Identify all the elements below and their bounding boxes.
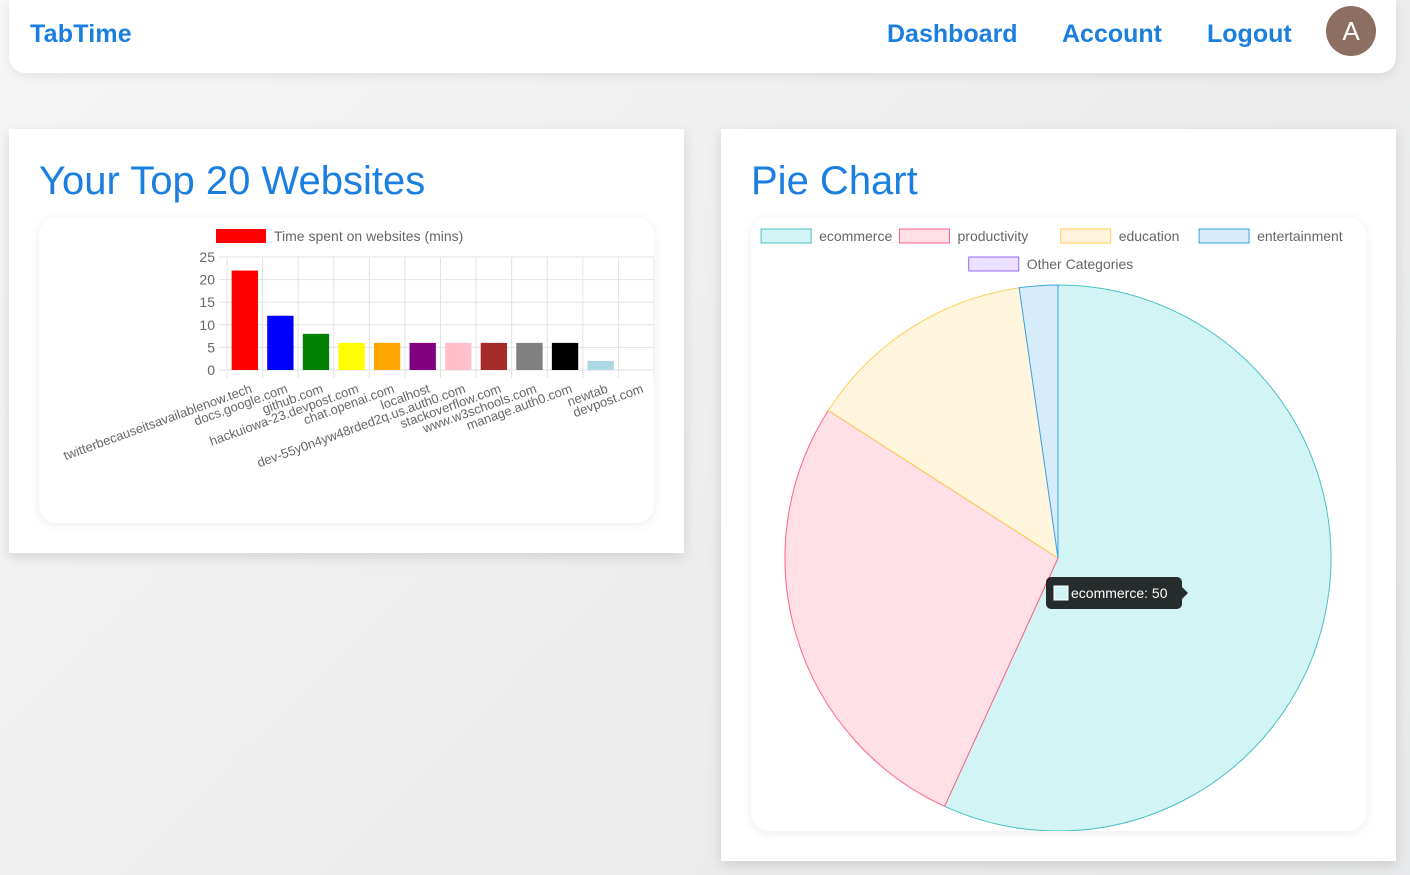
nav-link-logout[interactable]: Logout: [1207, 20, 1292, 49]
bar[interactable]: [516, 342, 543, 370]
legend-swatch[interactable]: [899, 228, 950, 244]
y-tick-label: 5: [207, 339, 215, 355]
pie-chart[interactable]: ecommerce productivity education entertainm…: [751, 217, 1366, 832]
tooltip-swatch: [1053, 585, 1069, 601]
nav-link-account[interactable]: Account: [1062, 20, 1162, 49]
bar-chart[interactable]: Time spent on websites (mins) 0 5 10 15 20 25 t…: [39, 217, 655, 523]
legend-swatch[interactable]: [1060, 228, 1112, 244]
legend-label[interactable]: entertainment: [1257, 228, 1343, 244]
bar[interactable]: [338, 342, 365, 370]
y-tick-label: 20: [199, 272, 215, 288]
legend-label[interactable]: Other Categories: [1027, 256, 1134, 272]
bar-chart-container: Time spent on websites (mins) 0 5 10 15 20 25 t…: [39, 217, 655, 523]
brand-logo[interactable]: TabTime: [30, 20, 132, 49]
legend-swatch[interactable]: [216, 229, 266, 243]
bar[interactable]: [373, 342, 401, 370]
y-tick-label: 0: [207, 362, 215, 378]
pie-tooltip: ecommerce: 50: [1046, 577, 1188, 609]
tooltip-label: ecommerce: 50: [1071, 585, 1168, 601]
legend-swatch[interactable]: [968, 256, 1020, 272]
legend-label[interactable]: productivity: [958, 228, 1029, 244]
bar[interactable]: [551, 342, 579, 370]
bar[interactable]: [445, 342, 472, 370]
y-tick-label: 15: [199, 294, 215, 310]
top-websites-card: Your Top 20 Websites Time spent on websi…: [9, 129, 684, 553]
pie-chart-card: Pie Chart ecommerce productivity education…: [721, 129, 1396, 861]
bar[interactable]: [302, 333, 330, 370]
top-websites-title: Your Top 20 Websites: [39, 159, 426, 203]
bar[interactable]: [267, 315, 294, 370]
legend-swatch[interactable]: [760, 228, 812, 244]
pie-chart-container: ecommerce productivity education entertainm…: [751, 217, 1366, 832]
legend-label[interactable]: Time spent on websites (mins): [274, 228, 463, 244]
nav-link-dashboard[interactable]: Dashboard: [887, 20, 1018, 49]
top-navbar: TabTime Dashboard Account Logout A: [9, 0, 1396, 73]
bar[interactable]: [480, 342, 508, 370]
y-tick-label: 10: [199, 317, 215, 333]
bar[interactable]: [587, 360, 614, 370]
bar[interactable]: [231, 270, 258, 370]
x-tick-label: twitterbecauseitsavailablenow.tech: [61, 381, 254, 463]
avatar[interactable]: A: [1326, 6, 1376, 56]
legend-label[interactable]: ecommerce: [819, 228, 892, 244]
bar[interactable]: [409, 342, 436, 370]
y-tick-label: 25: [199, 249, 215, 265]
legend-swatch[interactable]: [1198, 228, 1250, 244]
pie-chart-title: Pie Chart: [751, 159, 918, 203]
legend-label[interactable]: education: [1119, 228, 1180, 244]
